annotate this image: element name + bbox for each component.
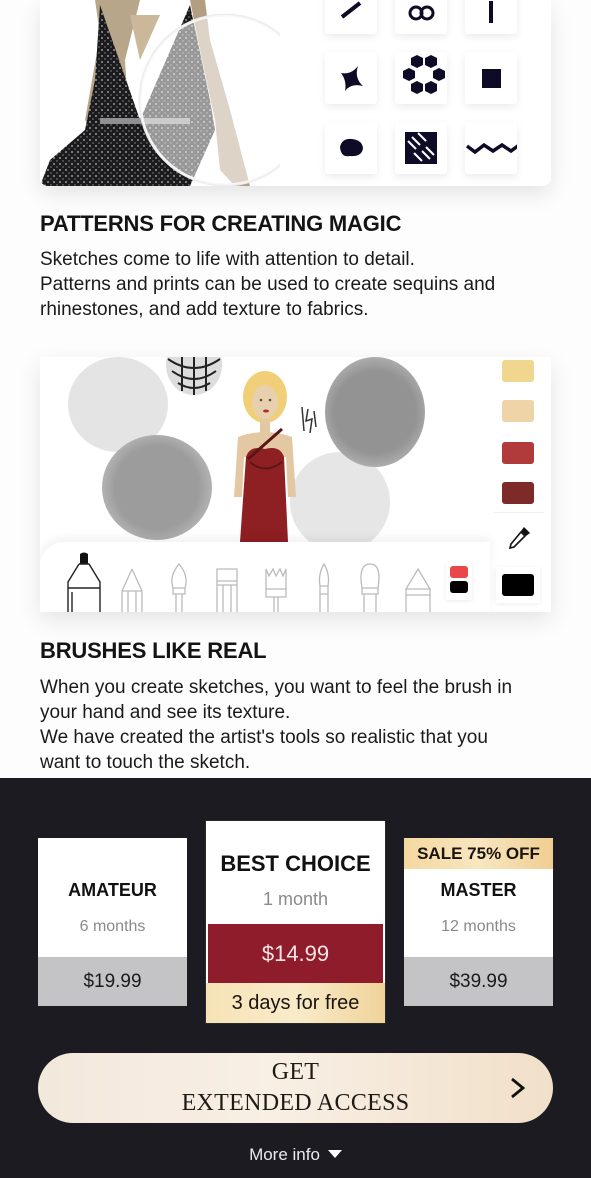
cta-line-2: EXTENDED ACCESS xyxy=(181,1090,410,1116)
hexagon-flower-pattern-icon xyxy=(403,55,445,94)
pattern-tile[interactable] xyxy=(395,122,447,174)
plan-card-master[interactable]: SALE 75% OFF MASTER 12 months $39.99 xyxy=(404,838,553,1006)
blender-brush-icon[interactable] xyxy=(357,562,383,612)
chevron-right-icon xyxy=(511,1077,526,1099)
plan-duration: 12 months xyxy=(441,918,516,935)
plan-price: $19.99 xyxy=(38,957,187,1006)
plan-name: BEST CHOICE xyxy=(220,851,371,876)
pattern-tile[interactable] xyxy=(325,52,377,104)
pattern-grid xyxy=(325,0,517,174)
palette-divider xyxy=(494,512,544,513)
brushes-section-title: BRUSHES LIKE REAL xyxy=(40,638,267,663)
zigzag-pattern-icon xyxy=(465,142,517,155)
plan-card-best-choice[interactable]: BEST CHOICE 1 month $14.99 3 days for fr… xyxy=(206,821,385,1023)
description-line: rhinestones, and add texture to fabrics. xyxy=(40,299,369,320)
trial-label: 3 days for free xyxy=(206,983,385,1023)
pattern-tile[interactable] xyxy=(325,122,377,174)
blob-pattern-icon xyxy=(340,138,363,157)
marker-icon[interactable] xyxy=(66,552,102,612)
plan-name: AMATEUR xyxy=(68,880,157,900)
current-color-tile[interactable] xyxy=(496,567,540,603)
patterns-section-description: Sketches come to life with attention to … xyxy=(40,247,560,322)
feature-showcase: PATTERNS FOR CREATING MAGIC Sketches com… xyxy=(0,0,591,778)
flat-brush-icon[interactable] xyxy=(215,567,239,612)
brush-stroke-sample xyxy=(325,357,425,467)
description-line: Patterns and prints can be used to creat… xyxy=(40,274,496,295)
current-color-swatch xyxy=(502,574,534,596)
patterns-preview-card xyxy=(40,0,551,186)
brush-toolbar xyxy=(40,542,490,612)
primary-color-swatch xyxy=(450,566,468,578)
cta-line-1: GET xyxy=(271,1059,320,1085)
plan-name: MASTER xyxy=(440,880,517,900)
description-line: When you create sketches, you want to fe… xyxy=(40,677,513,698)
color-palette xyxy=(490,357,551,612)
plan-price: $14.99 xyxy=(208,924,383,983)
pattern-tile[interactable] xyxy=(325,0,377,34)
plaid-pattern-icon xyxy=(405,132,437,164)
detail-brush-icon[interactable] xyxy=(315,562,333,612)
more-info-toggle[interactable]: More info xyxy=(0,1145,591,1165)
description-line: We have created the artist's tools so re… xyxy=(40,727,488,748)
pencil-icon[interactable] xyxy=(120,567,144,612)
caret-down-icon xyxy=(327,1150,342,1158)
color-pair-selector[interactable] xyxy=(446,562,472,600)
description-line: your hand and see its texture. xyxy=(40,702,291,723)
crayon-icon[interactable] xyxy=(404,567,432,612)
sequin-dress-sketch-image xyxy=(40,0,280,186)
red-dress-sketch-image xyxy=(234,371,296,542)
plan-price: $39.99 xyxy=(404,957,553,1006)
brushes-section-description: When you create sketches, you want to fe… xyxy=(40,675,560,775)
pattern-tile[interactable] xyxy=(395,52,447,104)
color-swatch[interactable] xyxy=(502,482,534,504)
loops-pattern-icon xyxy=(408,5,435,21)
description-line: Sketches come to life with attention to … xyxy=(40,249,415,270)
plan-duration: 6 months xyxy=(79,918,146,935)
arrow-pattern-icon xyxy=(340,1,362,19)
plan-card-amateur[interactable]: AMATEUR 6 months $19.99 xyxy=(38,838,187,1006)
square-pattern-icon xyxy=(482,69,501,88)
pattern-tile[interactable] xyxy=(465,122,517,174)
description-line: want to touch the sketch. xyxy=(40,752,251,773)
color-swatch[interactable] xyxy=(502,360,534,382)
patterns-section-title: PATTERNS FOR CREATING MAGIC xyxy=(40,211,402,236)
round-brush-icon[interactable] xyxy=(167,562,191,612)
secondary-color-swatch xyxy=(450,581,468,593)
pattern-tile[interactable] xyxy=(465,0,517,34)
brushes-preview-card xyxy=(40,357,551,612)
plan-duration: 1 month xyxy=(262,889,329,909)
line-pattern-icon xyxy=(489,1,493,23)
eyedropper-icon[interactable] xyxy=(506,525,532,551)
more-info-label: More info xyxy=(249,1145,320,1164)
four-point-star-pattern-icon xyxy=(341,66,363,91)
get-extended-access-button[interactable]: GET EXTENDED ACCESS xyxy=(38,1053,553,1123)
pattern-tile[interactable] xyxy=(395,0,447,34)
pattern-tile[interactable] xyxy=(465,52,517,104)
earring-sketch xyxy=(301,406,317,434)
fan-brush-icon[interactable] xyxy=(263,567,289,612)
color-swatch[interactable] xyxy=(502,400,534,422)
drawing-canvas xyxy=(40,357,485,552)
brush-stroke-sample xyxy=(102,435,212,540)
sale-badge: SALE 75% OFF xyxy=(404,838,553,869)
color-swatch[interactable] xyxy=(502,442,534,464)
